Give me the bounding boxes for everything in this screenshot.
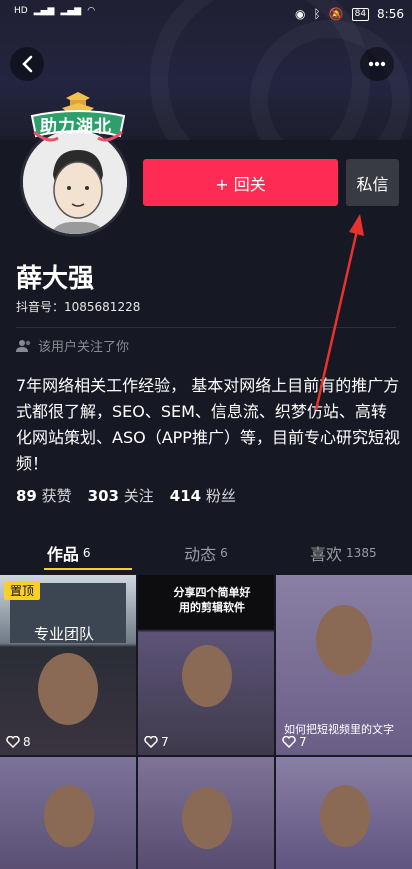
video-thumbnail[interactable] — [0, 757, 136, 869]
video-caption: 专业团队 — [34, 625, 95, 643]
likes-count: 7 — [161, 735, 169, 749]
video-caption: 分享四个简单好用的剪辑软件 — [173, 586, 251, 614]
stat-label: 粉丝 — [205, 487, 236, 505]
tab-moments[interactable]: 动态 6 — [137, 533, 274, 573]
mute-icon: 🔕 — [328, 7, 344, 21]
badge-text: 助力湖北 — [40, 117, 112, 137]
profile-tabs: 作品 6 动态 6 喜欢 1385 — [0, 533, 412, 573]
tab-label: 喜欢 — [310, 545, 343, 564]
back-button[interactable] — [10, 47, 44, 81]
heart-icon — [282, 736, 296, 748]
person-face — [44, 785, 94, 847]
stat-label: 关注 — [123, 487, 154, 505]
tab-label: 动态 — [184, 545, 217, 564]
video-thumbnail[interactable]: 如何把短视频里的文字 7 — [276, 575, 412, 755]
hd-indicator: HD — [14, 6, 28, 16]
heart-icon — [6, 736, 20, 748]
tab-indicator — [44, 568, 132, 570]
tab-likes[interactable]: 喜欢 1385 — [275, 533, 412, 573]
person-face — [320, 785, 370, 847]
followed-you-text: 该用户关注了你 — [38, 340, 130, 355]
video-likes: 7 — [282, 735, 307, 749]
stat-value: 414 — [169, 487, 202, 505]
stat-likes[interactable]: 89 获赞 — [16, 485, 72, 506]
profile-bio: 7年网络相关工作经验， 基本对网络上目前有的推广方式都很了解，SEO、SEM、信… — [16, 376, 400, 473]
tab-count: 6 — [220, 546, 228, 560]
person-face — [182, 645, 232, 707]
profile-name: 薛大强 — [16, 264, 95, 294]
pinned-badge: 置顶 — [4, 581, 41, 600]
likes-count: 8 — [23, 735, 31, 749]
heart-icon — [144, 736, 158, 748]
person-face — [182, 787, 232, 849]
profile-stats: 89 获赞 303 关注 414 粉丝 — [16, 485, 236, 506]
users-icon — [16, 339, 31, 352]
video-thumbnail[interactable] — [276, 757, 412, 869]
wifi-icon: ◠ — [87, 6, 96, 16]
support-hubei-badge: 助力湖北 — [28, 92, 128, 148]
tab-count: 6 — [82, 546, 91, 560]
status-right: ◉ ᛒ 🔕 84 8:56 — [295, 7, 404, 21]
video-likes: 7 — [144, 735, 169, 749]
tab-count: 1385 — [346, 546, 377, 560]
stat-following[interactable]: 303 关注 — [88, 485, 154, 506]
video-grid: 置顶 专业团队 8 分享四个简单好用的剪辑软件 7 如何把短视频里的文字 7 — [0, 575, 412, 869]
divider — [16, 327, 396, 328]
status-bar: HD ▂▄▆ ▂▄▆ ◠ ◉ ᛒ 🔕 84 8:56 — [0, 0, 412, 34]
stat-label: 获赞 — [41, 487, 72, 505]
status-left: HD ▂▄▆ ▂▄▆ ◠ — [14, 6, 95, 16]
signal-icon: ▂▄▆ — [33, 6, 55, 16]
more-button[interactable] — [360, 47, 394, 81]
clock: 8:56 — [377, 7, 404, 21]
person-face — [316, 605, 372, 675]
video-thumbnail[interactable] — [138, 757, 274, 869]
video-thumbnail[interactable]: 置顶 专业团队 8 — [0, 575, 136, 755]
eye-icon: ◉ — [294, 7, 306, 21]
bluetooth-icon: ᛒ — [313, 7, 321, 21]
likes-count: 7 — [299, 735, 307, 749]
douyin-id: 抖音号：1085681228 — [16, 300, 141, 314]
follow-back-button[interactable]: + 回关 — [143, 159, 338, 206]
message-button[interactable]: 私信 — [346, 159, 399, 206]
signal-icon: ▂▄▆ — [60, 6, 82, 16]
stat-value: 89 — [16, 487, 37, 505]
tab-label: 作品 — [46, 545, 79, 564]
battery-icon: 84 — [351, 7, 370, 21]
person-face — [38, 653, 98, 725]
stat-followers[interactable]: 414 粉丝 — [170, 485, 236, 506]
tab-works[interactable]: 作品 6 — [0, 533, 137, 573]
video-likes: 8 — [6, 735, 31, 749]
video-thumbnail[interactable]: 分享四个简单好用的剪辑软件 7 — [138, 575, 274, 755]
chevron-left-icon — [22, 55, 33, 73]
followed-you-note: 该用户关注了你 — [16, 336, 129, 355]
stat-value: 303 — [87, 487, 119, 505]
more-dots-icon — [368, 61, 386, 67]
